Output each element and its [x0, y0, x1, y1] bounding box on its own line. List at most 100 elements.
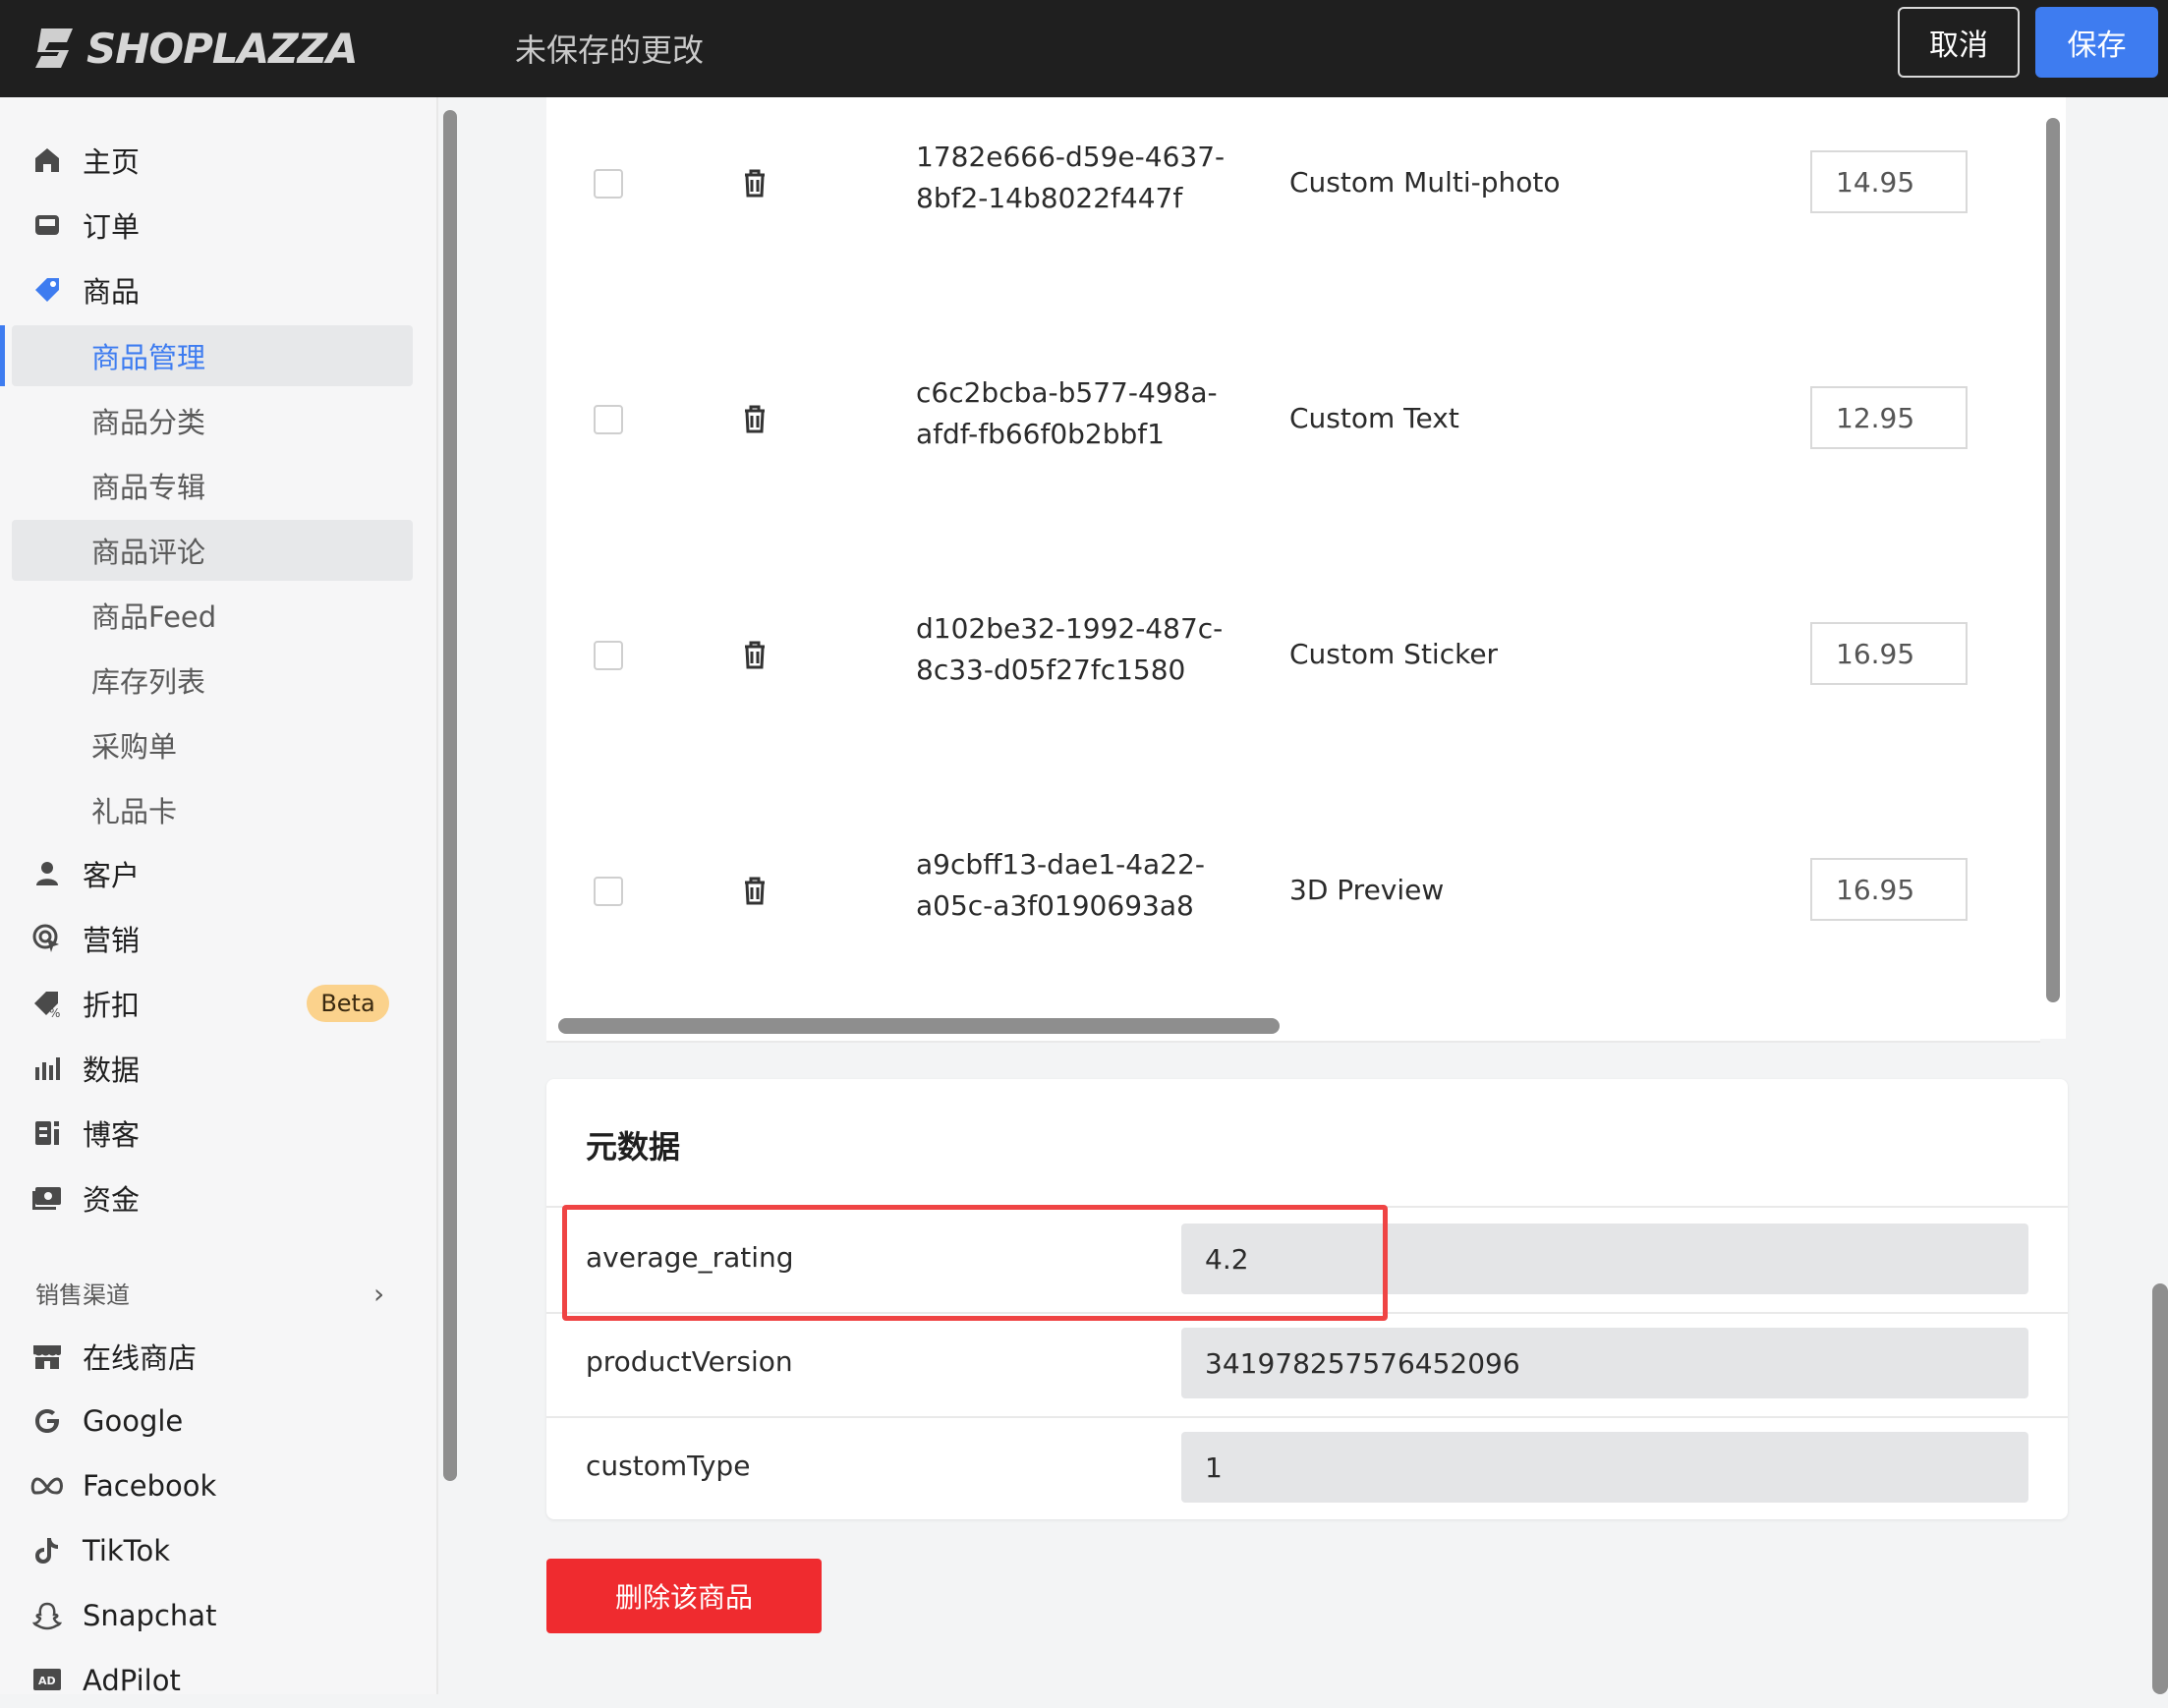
- top-bar: SHOPLAZZA 未保存的更改 取消 保存: [0, 0, 2168, 97]
- inbox-icon: [29, 207, 65, 243]
- cancel-button[interactable]: 取消: [1898, 7, 2020, 78]
- variant-name: Custom Text: [1289, 402, 1459, 434]
- sidebar-item-blog[interactable]: 博客: [29, 1106, 140, 1161]
- logo-text: SHOPLAZZA: [86, 24, 359, 73]
- trash-icon[interactable]: [739, 639, 770, 670]
- sidebar-item-label: 客户: [83, 859, 141, 892]
- variant-id-line2: a05c-a3f0190693a8: [916, 889, 1194, 922]
- row-checkbox[interactable]: [594, 641, 623, 670]
- snapchat-icon: [29, 1598, 65, 1633]
- highlight-box: [562, 1205, 1388, 1321]
- sidebar-subitem-product-collection[interactable]: 商品专辑: [12, 455, 413, 516]
- sidebar-item-finance[interactable]: 资金: [29, 1170, 140, 1225]
- sidebar-item-label: 订单: [83, 210, 141, 244]
- variant-id: d102be32-1992-487c- 8c33-d05f27fc1580: [916, 608, 1250, 691]
- sidebar-item-label: 博客: [83, 1118, 141, 1152]
- page-scrollbar[interactable]: [2152, 1283, 2168, 1694]
- variant-id-line1: c6c2bcba-b577-498a-: [916, 376, 1218, 409]
- table-row: 1782e666-d59e-4637- 8bf2-14b8022f447f Cus…: [546, 97, 2040, 335]
- table-row: a9cbff13-dae1-4a22- a05c-a3f0190693a8 3D …: [546, 805, 2040, 1043]
- metadata-key: customType: [586, 1450, 751, 1482]
- row-checkbox[interactable]: [594, 877, 623, 906]
- sidebar-item-customers[interactable]: 客户: [29, 846, 140, 901]
- sidebar-item-label: AdPilot: [83, 1664, 181, 1697]
- sidebar-subitem-gift-cards[interactable]: 礼品卡: [12, 779, 413, 840]
- ad-icon: AD: [29, 1663, 65, 1698]
- variant-name: 3D Preview: [1289, 874, 1445, 906]
- table-row: d102be32-1992-487c- 8c33-d05f27fc1580 Cus…: [546, 569, 2040, 807]
- meta-icon: [29, 1468, 65, 1504]
- sidebar-subitem-product-feed[interactable]: 商品Feed: [12, 585, 413, 646]
- row-checkbox[interactable]: [594, 405, 623, 434]
- sidebar-item-label: 主页: [83, 145, 141, 179]
- sidebar-scrollbar[interactable]: [443, 110, 457, 1481]
- metadata-value-field[interactable]: 1: [1181, 1432, 2028, 1503]
- trash-icon[interactable]: [739, 875, 770, 906]
- metadata-value-field[interactable]: 341978257576452096: [1181, 1328, 2028, 1398]
- sidebar-subitem-product-management[interactable]: 商品管理: [12, 325, 413, 386]
- user-icon: [29, 856, 65, 891]
- sidebar-item-tiktok[interactable]: TikTok: [29, 1523, 170, 1578]
- sidebar-item-google[interactable]: Google: [29, 1394, 183, 1449]
- trash-icon[interactable]: [739, 167, 770, 199]
- price-input[interactable]: 16.95: [1810, 858, 1968, 921]
- save-button[interactable]: 保存: [2035, 7, 2158, 78]
- sidebar-subitem-product-reviews[interactable]: 商品评论: [12, 520, 413, 581]
- active-indicator: [0, 325, 5, 386]
- home-icon: [29, 142, 65, 178]
- sidebar-item-snapchat[interactable]: Snapchat: [29, 1588, 216, 1643]
- sidebar-item-label: Snapchat: [83, 1599, 217, 1632]
- sidebar-item-facebook[interactable]: Facebook: [29, 1458, 216, 1513]
- variants-table: 1782e666-d59e-4637- 8bf2-14b8022f447f Cus…: [546, 97, 2066, 1043]
- sidebar-item-marketing[interactable]: 营销: [29, 911, 140, 966]
- chevron-right-icon[interactable]: ›: [373, 1278, 384, 1310]
- variant-name: Custom Sticker: [1289, 638, 1499, 670]
- table-row: c6c2bcba-b577-498a-afdf-fb66f0b2bbf1 Cus…: [546, 333, 2040, 571]
- sidebar-item-adpilot[interactable]: AD AdPilot: [29, 1653, 181, 1708]
- logo[interactable]: SHOPLAZZA: [33, 18, 359, 79]
- bar-chart-icon: [29, 1051, 65, 1086]
- variant-id-line2: 8c33-d05f27fc1580: [916, 654, 1186, 686]
- trash-icon[interactable]: [739, 403, 770, 434]
- sidebar-item-label: 在线商店: [83, 1341, 198, 1375]
- price-input[interactable]: 16.95: [1810, 622, 1968, 685]
- variant-id-line1: a9cbff13-dae1-4a22-: [916, 848, 1205, 881]
- metadata-row: productVersion 341978257576452096: [546, 1312, 2068, 1418]
- metadata-row: customType 1: [546, 1416, 2068, 1520]
- sidebar-item-label: TikTok: [83, 1534, 170, 1567]
- row-checkbox[interactable]: [594, 169, 623, 199]
- google-icon: [29, 1403, 65, 1439]
- delete-product-button[interactable]: 删除该商品: [546, 1559, 822, 1633]
- metadata-key: productVersion: [586, 1345, 793, 1378]
- discount-icon: %: [29, 986, 65, 1021]
- beta-badge: Beta: [307, 985, 389, 1022]
- price-input[interactable]: 14.95: [1810, 150, 1968, 213]
- table-vertical-scrollbar[interactable]: [2046, 118, 2060, 1002]
- svg-text:AD: AD: [38, 1675, 56, 1687]
- tag-icon: [29, 272, 65, 308]
- variant-id-line1: 1782e666-d59e-4637-: [916, 141, 1226, 173]
- sidebar-subitem-product-category[interactable]: 商品分类: [12, 390, 413, 451]
- sidebar-item-label: 数据: [83, 1053, 141, 1087]
- variant-id-line1: d102be32-1992-487c-: [916, 612, 1224, 645]
- sidebar-item-label: 商品: [83, 275, 141, 309]
- sidebar-subitem-inventory[interactable]: 库存列表: [12, 650, 413, 711]
- sidebar-item-products[interactable]: 商品: [29, 262, 140, 317]
- variant-id-line2: 8bf2-14b8022f447f: [916, 182, 1183, 214]
- sidebar-item-analytics[interactable]: 数据: [29, 1041, 140, 1096]
- tiktok-icon: [29, 1533, 65, 1568]
- variant-name: Custom Multi-photo: [1289, 166, 1561, 199]
- sidebar-item-discounts[interactable]: % 折扣: [29, 976, 140, 1031]
- store-icon: [29, 1338, 65, 1374]
- unsaved-changes-label: 未保存的更改: [515, 31, 705, 69]
- table-horizontal-scrollbar[interactable]: [558, 1018, 1280, 1034]
- price-input[interactable]: 12.95: [1810, 386, 1968, 449]
- variant-id: c6c2bcba-b577-498a-afdf-fb66f0b2bbf1: [916, 372, 1250, 455]
- blog-icon: [29, 1115, 65, 1151]
- sidebar-item-home[interactable]: 主页: [29, 133, 140, 188]
- target-icon: [29, 921, 65, 956]
- sidebar-subitem-purchase-orders[interactable]: 采购单: [12, 714, 413, 775]
- sidebar-item-online-store[interactable]: 在线商店: [29, 1329, 197, 1384]
- svg-text:%: %: [49, 1006, 60, 1019]
- sidebar-item-orders[interactable]: 订单: [29, 198, 140, 253]
